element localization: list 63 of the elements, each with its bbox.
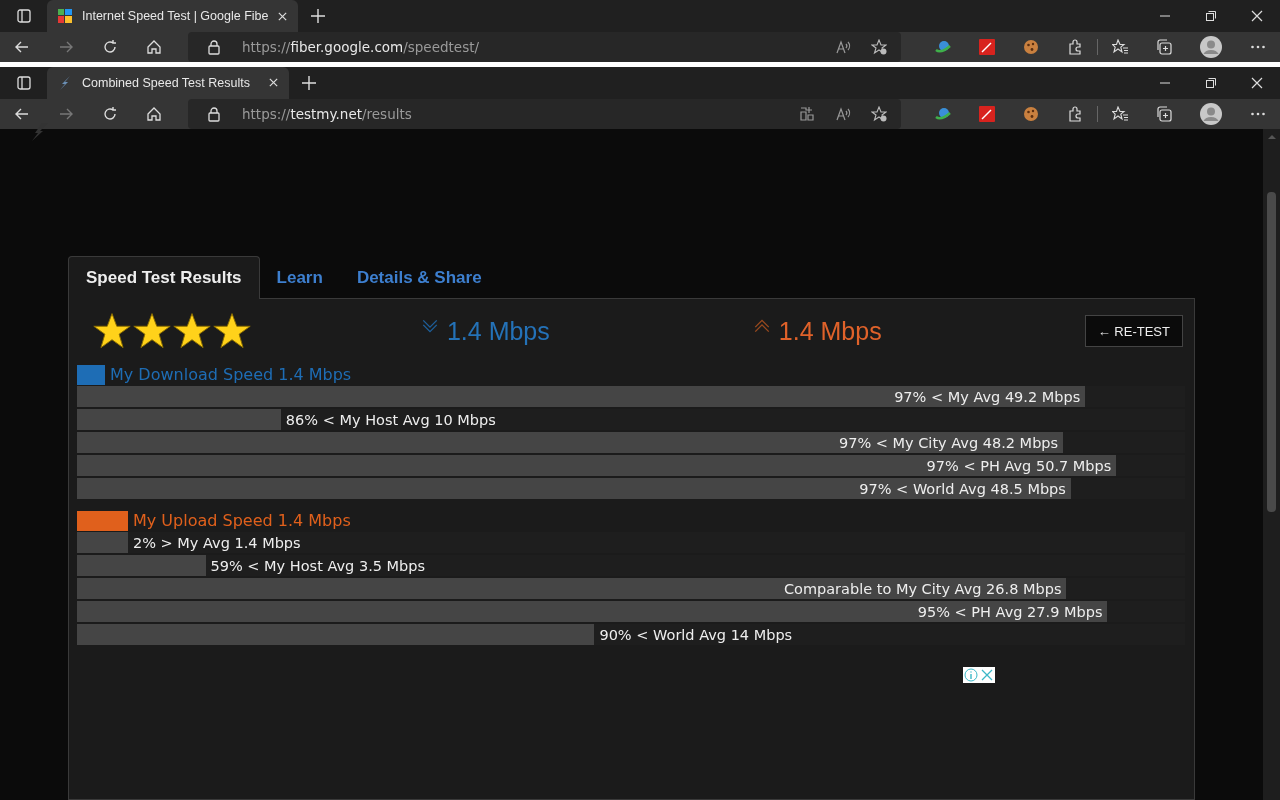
add-favorite-icon[interactable] xyxy=(871,39,888,56)
scrollbar[interactable] xyxy=(1263,129,1280,800)
bar-label: 59% < My Host Avg 3.5 Mbps xyxy=(209,557,427,574)
bar-label: 90% < World Avg 14 Mbps xyxy=(598,626,794,643)
bar-label: 95% < PH Avg 27.9 Mbps xyxy=(916,603,1104,620)
extensions-icon[interactable] xyxy=(1067,105,1083,122)
address-bar[interactable]: https://testmy.net/results xyxy=(188,98,902,129)
double-down-chevron-icon xyxy=(420,317,439,335)
home-icon[interactable] xyxy=(146,105,162,122)
star-icon xyxy=(133,312,171,350)
new-tab-icon[interactable] xyxy=(310,8,327,24)
close-icon[interactable] xyxy=(277,10,289,22)
read-aloud-icon[interactable] xyxy=(835,39,852,56)
url-text: https://fiber.google.com/speedtest/ xyxy=(242,39,480,56)
new-tab-icon[interactable] xyxy=(301,74,317,91)
upload-speed: 1.4 Mbps xyxy=(778,316,882,346)
close-icon[interactable] xyxy=(268,77,279,89)
page-tab[interactable]: Details & Share xyxy=(339,256,499,299)
tab-actions-icon[interactable] xyxy=(16,8,32,24)
address-bar[interactable]: https://fiber.google.com/speedtest/ xyxy=(188,32,902,63)
cookie-icon[interactable] xyxy=(1023,39,1039,56)
restore-icon[interactable] xyxy=(1205,10,1217,22)
collections-icon[interactable] xyxy=(1156,39,1172,56)
bar-label: 2% > My Avg 1.4 Mbps xyxy=(131,534,302,551)
bar-label: Comparable to My City Avg 26.8 Mbps xyxy=(782,580,1063,597)
close-icon[interactable] xyxy=(1251,10,1263,22)
tab-actions-icon[interactable] xyxy=(16,74,32,91)
colorful-logo-icon xyxy=(57,8,73,24)
star-icon xyxy=(93,312,131,350)
add-favorite-icon[interactable] xyxy=(871,105,888,122)
bar-label: 97% < My City Avg 48.2 Mbps xyxy=(837,434,1060,451)
retest-button[interactable]: ← RE-TEST xyxy=(1084,315,1183,347)
bar-label: 97% < PH Avg 50.7 Mbps xyxy=(925,457,1113,474)
double-up-chevron-icon xyxy=(752,317,771,335)
refresh-icon[interactable] xyxy=(102,105,118,122)
cookie-icon[interactable] xyxy=(1023,105,1039,122)
favorites-icon[interactable] xyxy=(1112,105,1128,122)
collections-icon[interactable] xyxy=(1156,105,1172,122)
read-aloud-icon[interactable] xyxy=(835,105,852,122)
page-tab[interactable]: Learn xyxy=(259,256,340,299)
bar-label: 97% < World Avg 48.5 Mbps xyxy=(858,480,1067,497)
download-speed: 1.4 Mbps xyxy=(446,316,550,346)
extensions-icon[interactable] xyxy=(1067,39,1083,56)
profile-avatar-icon[interactable] xyxy=(1200,102,1222,125)
refresh-icon[interactable] xyxy=(102,39,118,56)
close-icon[interactable] xyxy=(1251,76,1263,89)
bar-label: 86% < My Host Avg 10 Mbps xyxy=(284,411,497,428)
section-title: My Upload Speed 1.4 Mbps xyxy=(133,511,351,530)
lock-icon xyxy=(206,39,222,56)
profile-avatar-icon[interactable] xyxy=(1200,36,1222,59)
app-available-icon[interactable] xyxy=(799,105,816,122)
star-icon xyxy=(213,312,251,350)
page-tab[interactable]: Speed Test Results xyxy=(68,256,260,299)
lock-icon xyxy=(206,105,222,122)
favorites-icon[interactable] xyxy=(1112,39,1128,56)
section-title: My Download Speed 1.4 Mbps xyxy=(110,365,352,384)
browser-tab[interactable]: Internet Speed Test | Google Fibe xyxy=(47,0,299,32)
home-icon[interactable] xyxy=(146,39,162,56)
url-text: https://testmy.net/results xyxy=(242,105,412,122)
browser-tab[interactable]: Combined Speed Test Results xyxy=(47,66,289,99)
star-icon xyxy=(173,312,211,350)
bar-label: 97% < My Avg 49.2 Mbps xyxy=(893,388,1082,405)
restore-icon[interactable] xyxy=(1205,76,1217,89)
